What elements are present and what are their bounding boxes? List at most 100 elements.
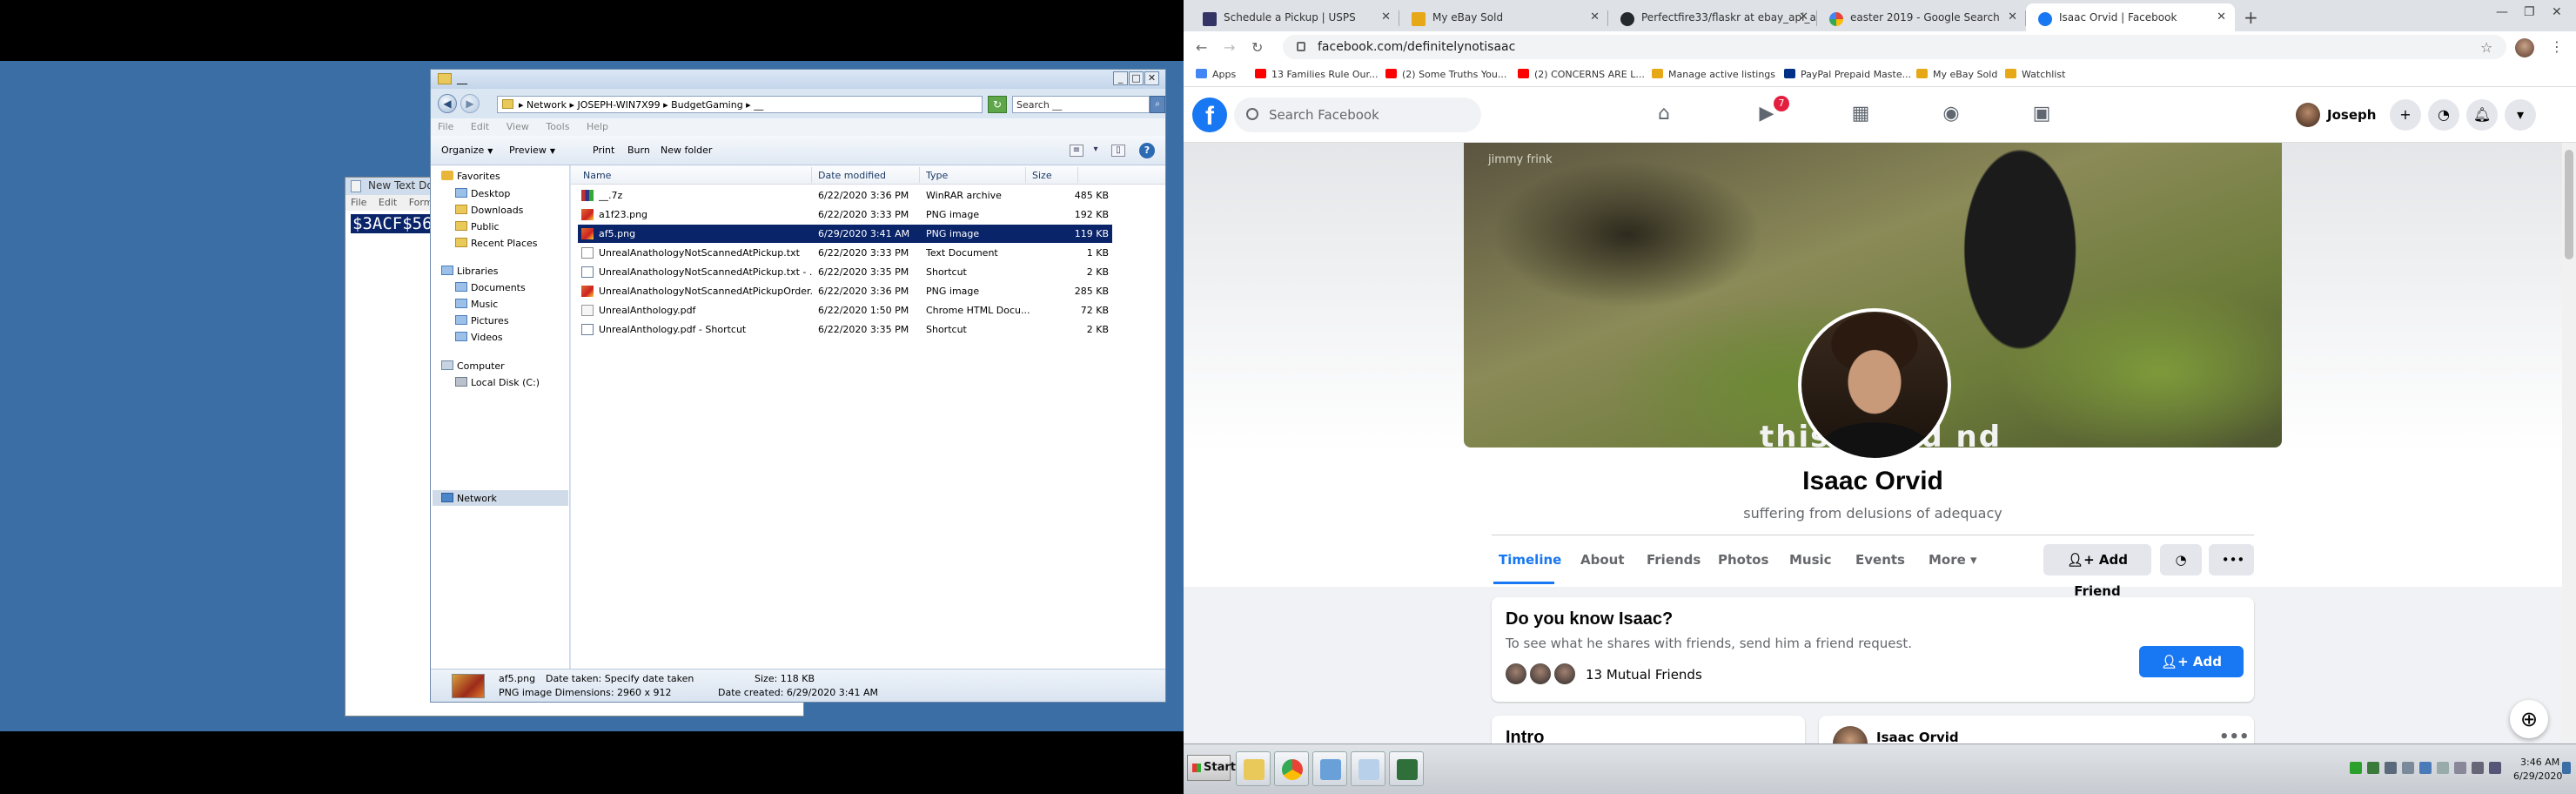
network-icon[interactable]: [2419, 762, 2432, 774]
tray-icon[interactable]: [2472, 762, 2484, 774]
new-folder-button[interactable]: New folder: [661, 145, 712, 156]
add-friend-button[interactable]: 👤︎+ Add Friend: [2139, 646, 2244, 701]
add-friend-button[interactable]: 👤︎+ Add Friend: [2043, 544, 2151, 599]
close-button[interactable]: ✕: [2552, 5, 2562, 19]
help-icon[interactable]: ?: [1139, 143, 1155, 158]
nav-recent-places[interactable]: Recent Places: [455, 238, 538, 249]
volume-icon[interactable]: [2437, 762, 2449, 774]
view-options-icon[interactable]: ≡: [1070, 145, 1083, 157]
file-row[interactable]: __.7z 6/22/2020 3:36 PM WinRAR archive 4…: [578, 186, 1112, 205]
kebab-menu-icon[interactable]: ⋮: [2550, 38, 2564, 55]
tray-icon[interactable]: [2454, 762, 2466, 774]
nav-favorites[interactable]: Favorites: [441, 171, 500, 182]
create-plus-icon[interactable]: +: [2390, 99, 2421, 131]
new-message-fab[interactable]: ⊕: [2510, 700, 2548, 738]
scrollbar-thumb[interactable]: [2565, 150, 2573, 259]
bookmark-item[interactable]: My eBay Sold: [1916, 69, 1997, 80]
search-input[interactable]: Search __: [1012, 96, 1150, 113]
close-button[interactable]: ✕: [1144, 71, 1159, 85]
bookmark-item[interactable]: Watchlist: [2005, 69, 2065, 80]
messenger-icon[interactable]: ◔: [2428, 99, 2459, 131]
browser-tab[interactable]: Schedule a Pickup | USPS ✕: [1191, 3, 1399, 31]
column-divider[interactable]: [1025, 167, 1026, 183]
tab-friends[interactable]: Friends: [1647, 552, 1701, 568]
address-bar[interactable]: facebook.com/definitelynotisaac: [1283, 35, 2506, 59]
browser-tab-active[interactable]: Isaac Orvid | Facebook ✕: [2026, 3, 2235, 31]
close-icon[interactable]: ✕: [1381, 10, 1391, 24]
bookmark-item[interactable]: (2) Some Truths You...: [1385, 69, 1506, 80]
preview-button[interactable]: Preview ▼: [509, 145, 555, 156]
profile-picture[interactable]: [1798, 308, 1951, 461]
organize-button[interactable]: Organize ▼: [441, 145, 493, 156]
column-type[interactable]: Type: [926, 170, 948, 181]
bookmark-item[interactable]: (2) CONCERNS ARE L...: [1518, 69, 1645, 80]
menu-tools[interactable]: Tools: [546, 121, 569, 132]
back-arrow-icon[interactable]: ←: [1196, 39, 1207, 56]
nav-documents[interactable]: Documents: [455, 282, 526, 293]
browser-tab[interactable]: Perfectfire33/flaskr at ebay_api_ad... ✕: [1608, 3, 1817, 31]
column-name[interactable]: Name: [583, 170, 611, 181]
preview-pane-icon[interactable]: ▯: [1111, 145, 1125, 157]
nav-videos[interactable]: Videos: [455, 332, 503, 343]
new-tab-button[interactable]: +: [2244, 7, 2258, 28]
menu-help[interactable]: Help: [587, 121, 608, 132]
breadcrumb[interactable]: ▸ Network ▸ JOSEPH-WIN7X99 ▸ BudgetGamin…: [519, 99, 763, 111]
chevron-down-icon[interactable]: ▾: [1089, 145, 1103, 157]
home-icon[interactable]: ⌂: [1652, 103, 1676, 127]
mutual-friend-avatar[interactable]: [1504, 662, 1528, 686]
bookmark-item[interactable]: 13 Families Rule Our...: [1255, 69, 1379, 80]
gaming-icon[interactable]: ▣: [2029, 103, 2054, 127]
forward-arrow-icon[interactable]: →: [1224, 39, 1235, 56]
explorer-title-bar[interactable]: __ _ □ ✕: [431, 70, 1165, 89]
notepad-menu-file[interactable]: File: [351, 197, 366, 208]
start-button[interactable]: Start: [1187, 755, 1236, 781]
more-options-button[interactable]: •••: [2212, 544, 2254, 575]
show-desktop-button[interactable]: [2562, 762, 2571, 774]
reload-icon[interactable]: ↻: [1251, 39, 1263, 56]
page-scrollbar[interactable]: [2562, 143, 2576, 744]
forward-button[interactable]: ▶: [460, 94, 480, 113]
clock-time[interactable]: 3:46 AM: [2520, 757, 2559, 768]
taskbar-app[interactable]: [1389, 751, 1424, 786]
bookmark-apps[interactable]: Apps: [1196, 69, 1236, 80]
file-row[interactable]: UnrealAnathologyNotScannedAtPickup.txt -…: [578, 263, 1112, 281]
nav-public[interactable]: Public: [455, 221, 500, 232]
column-divider[interactable]: [1077, 167, 1078, 183]
column-divider[interactable]: [919, 167, 920, 183]
details-date-taken[interactable]: Date taken: Specify date taken: [546, 673, 694, 684]
nav-network[interactable]: Network: [441, 493, 497, 504]
explorer-window[interactable]: __ _ □ ✕ ◀ ▶ ▸ Network ▸ JOSEPH-WIN7X99 …: [430, 69, 1166, 703]
taskbar-chrome[interactable]: [1274, 751, 1309, 786]
facebook-logo-icon[interactable]: f: [1192, 98, 1227, 132]
close-icon[interactable]: ✕: [1590, 10, 1600, 24]
tab-events[interactable]: Events: [1855, 552, 1905, 568]
menu-edit[interactable]: Edit: [471, 121, 489, 132]
minimize-button[interactable]: —: [2496, 5, 2508, 19]
taskbar-explorer[interactable]: [1236, 751, 1271, 786]
tab-photos[interactable]: Photos: [1718, 552, 1768, 568]
mutual-friends-link[interactable]: 13 Mutual Friends: [1586, 667, 1702, 683]
tab-timeline[interactable]: Timeline: [1499, 552, 1561, 568]
nav-desktop[interactable]: Desktop: [455, 188, 510, 199]
file-row[interactable]: UnrealAnthology.pdf - Shortcut 6/22/2020…: [578, 320, 1112, 339]
taskbar-notepad[interactable]: [1351, 751, 1385, 786]
profile-avatar[interactable]: [2515, 38, 2534, 57]
back-button[interactable]: ◀: [438, 94, 457, 113]
refresh-button[interactable]: ↻: [988, 96, 1007, 113]
bookmark-star-icon[interactable]: ☆: [2480, 39, 2492, 56]
taskbar-remote-desktop[interactable]: [1312, 751, 1347, 786]
nav-computer[interactable]: Computer: [441, 360, 505, 372]
file-row[interactable]: a1f23.png 6/22/2020 3:33 PM PNG image 19…: [578, 205, 1112, 224]
tray-icon[interactable]: [2402, 762, 2414, 774]
tab-about[interactable]: About: [1580, 552, 1625, 568]
menu-view[interactable]: View: [506, 121, 529, 132]
file-row[interactable]: UnrealAnathologyNotScannedAtPickupOrder.…: [578, 282, 1112, 300]
close-icon[interactable]: ✕: [1799, 10, 1808, 24]
tab-more[interactable]: More ▾: [1929, 552, 1977, 568]
facebook-search-input[interactable]: Search Facebook: [1234, 98, 1481, 132]
burn-button[interactable]: Burn: [627, 145, 650, 156]
browser-tab[interactable]: My eBay Sold ✕: [1399, 3, 1608, 31]
message-button[interactable]: ◔: [2160, 544, 2202, 575]
notifications-bell-icon[interactable]: 🔔︎: [2466, 99, 2498, 131]
profile-shortcut[interactable]: Joseph: [2296, 99, 2376, 131]
